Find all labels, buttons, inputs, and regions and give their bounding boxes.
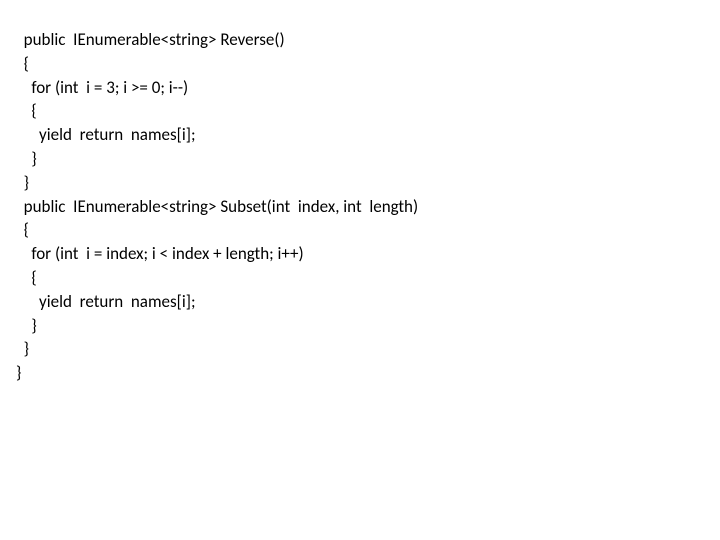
code-line: { bbox=[16, 266, 720, 290]
code-line: yield return names[i]; bbox=[16, 290, 720, 314]
code-line: } bbox=[16, 171, 720, 195]
code-block: public IEnumerable<string> Reverse() { f… bbox=[16, 28, 720, 385]
code-line: { bbox=[16, 52, 720, 76]
code-line: { bbox=[16, 218, 720, 242]
code-line: } bbox=[16, 337, 720, 361]
code-line: public IEnumerable<string> Subset(int in… bbox=[16, 195, 720, 219]
code-line: for (int i = 3; i >= 0; i--) bbox=[16, 76, 720, 100]
code-line: { bbox=[16, 99, 720, 123]
code-line: for (int i = index; i < index + length; … bbox=[16, 242, 720, 266]
code-line: } bbox=[16, 147, 720, 171]
code-line: } bbox=[16, 314, 720, 338]
code-line: yield return names[i]; bbox=[16, 123, 720, 147]
code-line: } bbox=[16, 361, 720, 385]
code-line: public IEnumerable<string> Reverse() bbox=[16, 28, 720, 52]
